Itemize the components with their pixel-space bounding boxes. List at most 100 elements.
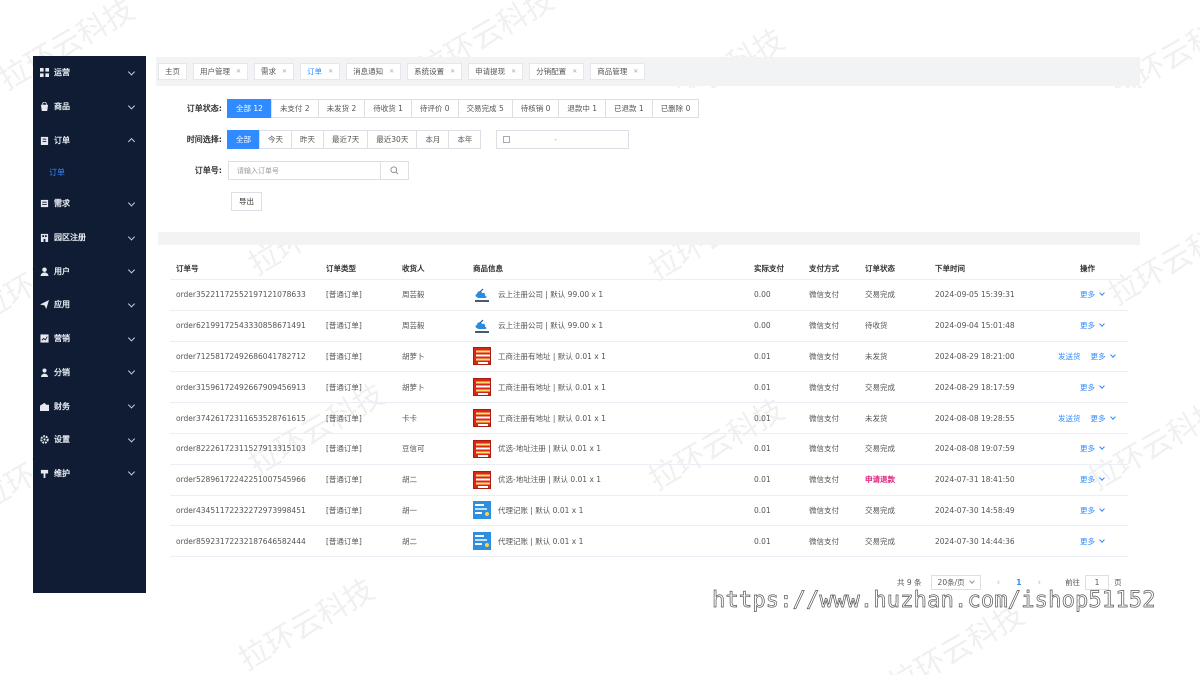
- sidebar-item-7[interactable]: 营销: [33, 322, 146, 356]
- close-icon[interactable]: ✕: [389, 68, 394, 75]
- status-option-0[interactable]: 全部 12: [227, 99, 272, 118]
- more-button[interactable]: 更多: [1080, 536, 1105, 547]
- row-operations: 更多: [1058, 505, 1105, 516]
- chevron-down-icon: [1099, 382, 1105, 389]
- ship-button[interactable]: 发送货: [1058, 413, 1081, 424]
- tab-3[interactable]: 订单 ✕: [300, 63, 341, 80]
- tab-4[interactable]: 消息通知 ✕: [346, 63, 402, 80]
- goods-info: 优选-地址注册 | 默认 0.01 x 1: [473, 439, 601, 458]
- chevron-down-icon: [1099, 444, 1105, 451]
- time-option-6[interactable]: 本年: [448, 130, 482, 149]
- close-icon[interactable]: ✕: [236, 68, 241, 75]
- sidebar-item-2[interactable]: 订单: [33, 123, 146, 157]
- tab-label: 订单: [307, 67, 323, 76]
- receiver: 胡二: [402, 536, 417, 546]
- export-button[interactable]: 导出: [231, 192, 262, 211]
- tab-2[interactable]: 需求 ✕: [254, 63, 295, 80]
- tab-1[interactable]: 用户管理 ✕: [193, 63, 249, 80]
- next-page-button[interactable]: ›: [1037, 578, 1041, 588]
- status-option-8[interactable]: 已退款 1: [605, 99, 653, 118]
- tab-8[interactable]: 商品管理 ✕: [590, 63, 646, 80]
- close-icon[interactable]: ✕: [511, 68, 516, 75]
- chevron-down-icon: [127, 468, 136, 476]
- receiver: 周芸毅: [402, 321, 425, 331]
- order-no-input[interactable]: 请输入订单号: [228, 161, 381, 180]
- close-icon[interactable]: ✕: [328, 68, 333, 75]
- goods-text: 工商注册有地址 | 默认 0.01 x 1: [498, 351, 606, 361]
- tab-6[interactable]: 申请提现 ✕: [468, 63, 524, 80]
- row-operations: 更多: [1058, 443, 1105, 454]
- close-icon[interactable]: ✕: [572, 68, 577, 75]
- more-button[interactable]: 更多: [1080, 320, 1105, 331]
- time-option-3[interactable]: 最近7天: [323, 130, 369, 149]
- order-no: order62199172543330858671491: [176, 321, 306, 331]
- time-option-4[interactable]: 最近30天: [367, 130, 418, 149]
- tab-7[interactable]: 分销配置 ✕: [529, 63, 585, 80]
- page-unit-label: 页: [1114, 578, 1122, 587]
- status-option-9[interactable]: 已删除 0: [651, 99, 700, 118]
- tab-label: 消息通知: [353, 67, 384, 76]
- goods-text: 代理记账 | 默认 0.01 x 1: [498, 536, 584, 546]
- tab-5[interactable]: 系统设置 ✕: [407, 63, 463, 80]
- header-time: 下单时间: [935, 264, 965, 273]
- more-button[interactable]: 更多: [1080, 382, 1105, 393]
- sidebar-item-6[interactable]: 应用: [33, 288, 146, 322]
- more-button[interactable]: 更多: [1080, 474, 1105, 485]
- status-option-1[interactable]: 未支付 2: [270, 99, 319, 118]
- chevron-down-icon: [1109, 413, 1116, 420]
- sidebar-item-8[interactable]: 分销: [33, 356, 146, 390]
- order-time: 2024-07-30 14:44:36: [935, 536, 1015, 546]
- status-option-6[interactable]: 待核销 0: [511, 99, 560, 118]
- order-status: 交易完成: [865, 382, 895, 392]
- more-button[interactable]: 更多: [1080, 443, 1105, 454]
- sidebar-item-5[interactable]: 用户: [33, 254, 146, 288]
- status-option-5[interactable]: 交易完成 5: [457, 99, 513, 118]
- chevron-down-icon: [1099, 321, 1105, 328]
- section-separator: [158, 232, 1140, 245]
- more-button[interactable]: 更多: [1091, 351, 1116, 362]
- date-range-picker[interactable]: -: [496, 130, 630, 149]
- time-option-5[interactable]: 本月: [416, 130, 450, 149]
- ship-button[interactable]: 发送货: [1058, 351, 1081, 362]
- status-option-7[interactable]: 退款中 1: [558, 99, 607, 118]
- status-option-2[interactable]: 未发货 2: [317, 99, 366, 118]
- tab-label: 主页: [165, 67, 180, 76]
- order-status: 申请退款: [865, 475, 895, 485]
- more-button[interactable]: 更多: [1091, 413, 1116, 424]
- sidebar-item-label: 订单: [54, 135, 70, 145]
- close-icon[interactable]: ✕: [633, 68, 638, 75]
- close-icon[interactable]: ✕: [450, 68, 455, 75]
- grid-icon: [40, 68, 49, 78]
- date-range-separator: -: [554, 135, 557, 144]
- time-option-1[interactable]: 今天: [259, 130, 292, 149]
- sidebar-subitem-orders[interactable]: 订单: [33, 157, 146, 187]
- paid-amount: 0.00: [754, 290, 771, 300]
- time-option-0[interactable]: 全部: [227, 130, 260, 149]
- status-option-4[interactable]: 待评价 0: [410, 99, 459, 118]
- pay-way: 微信支付: [809, 413, 839, 423]
- chevron-down-icon: [127, 266, 136, 274]
- more-label: 更多: [1080, 382, 1095, 392]
- sidebar-item-0[interactable]: 运营: [33, 56, 146, 90]
- sidebar-item-1[interactable]: 商品: [33, 90, 146, 124]
- header-paid: 实际支付: [754, 264, 784, 273]
- page-number-1[interactable]: 1: [1016, 578, 1021, 587]
- status-option-3[interactable]: 待收货 1: [364, 99, 412, 118]
- time-filter-row: 时间选择: 全部 今天 昨天 最近7天 最近30天 本月 本年 -: [158, 130, 630, 149]
- sidebar-item-9[interactable]: 财务: [33, 389, 146, 423]
- close-icon[interactable]: ✕: [282, 68, 287, 75]
- search-button[interactable]: [381, 161, 409, 180]
- order-no: order35221172552197121078633: [176, 290, 306, 300]
- sidebar-item-10[interactable]: 设置: [33, 423, 146, 457]
- receiver: 卡卡: [402, 413, 417, 423]
- time-option-2[interactable]: 昨天: [291, 130, 324, 149]
- more-button[interactable]: 更多: [1080, 289, 1105, 300]
- goods-info: 工商注册有地址 | 默认 0.01 x 1: [473, 409, 606, 428]
- goods-thumbnail: [473, 439, 491, 458]
- sidebar-item-11[interactable]: 维护: [33, 457, 146, 491]
- prev-page-button[interactable]: ‹: [997, 578, 1001, 588]
- tab-0[interactable]: 主页: [158, 63, 187, 80]
- more-button[interactable]: 更多: [1080, 505, 1105, 516]
- sidebar-item-4[interactable]: 园区注册: [33, 221, 146, 255]
- sidebar-item-3[interactable]: 需求: [33, 187, 146, 221]
